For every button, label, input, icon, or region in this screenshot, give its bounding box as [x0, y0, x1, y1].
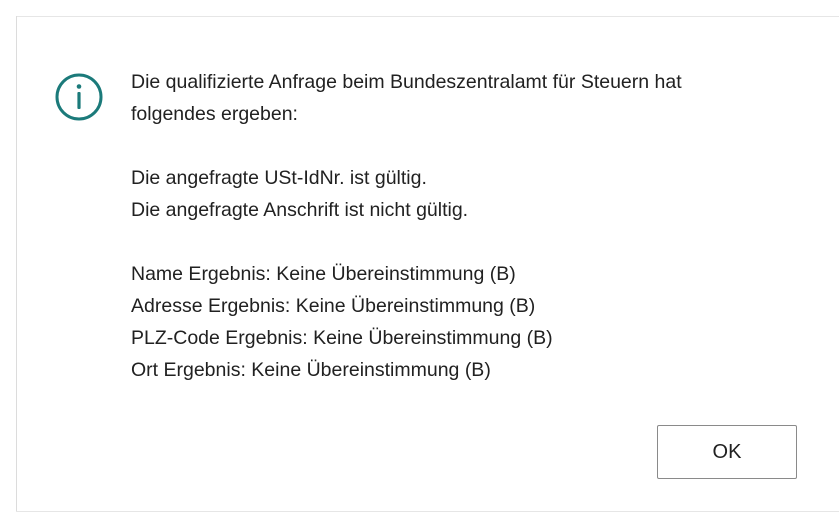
dialog-message: Die qualifizierte Anfrage beim Bundeszen… — [131, 66, 811, 386]
message-line: Die angefragte USt-IdNr. ist gültig. — [131, 167, 427, 189]
message-line: Die angefragte Anschrift ist nicht gülti… — [131, 199, 469, 221]
message-line: folgendes ergeben: — [131, 103, 298, 125]
message-line: PLZ-Code Ergebnis: Keine Übereinstimmung… — [131, 327, 553, 349]
ok-button[interactable]: OK — [657, 425, 797, 479]
dialog-frame-left — [0, 16, 17, 523]
dialog-frame-bottom — [16, 511, 839, 524]
info-icon — [55, 73, 103, 121]
message-line: Ort Ergebnis: Keine Übereinstimmung (B) — [131, 359, 491, 381]
message-line: Name Ergebnis: Keine Übereinstimmung (B) — [131, 263, 516, 285]
message-dialog: Die qualifizierte Anfrage beim Bundeszen… — [0, 0, 839, 524]
message-line: Die qualifizierte Anfrage beim Bundeszen… — [131, 71, 682, 93]
dialog-frame-top — [0, 0, 839, 17]
message-line: Adresse Ergebnis: Keine Übereinstimmung … — [131, 295, 536, 317]
